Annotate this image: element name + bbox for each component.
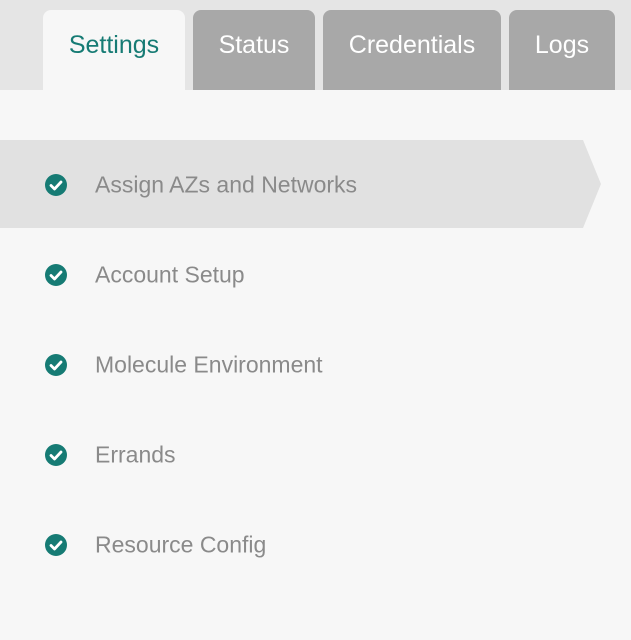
check-circle-icon xyxy=(45,354,67,376)
tab-credentials[interactable]: Credentials xyxy=(323,10,501,90)
settings-nav-list: Assign AZs and Networks Account Setup Mo… xyxy=(0,140,631,590)
tab-bar: Settings Status Credentials Logs xyxy=(0,0,631,90)
settings-panel: Assign AZs and Networks Account Setup Mo… xyxy=(0,90,631,640)
sidebar-item-label: Errands xyxy=(95,441,176,468)
tab-status[interactable]: Status xyxy=(193,10,315,90)
sidebar-item-label: Account Setup xyxy=(95,261,245,288)
sidebar-item-label: Molecule Environment xyxy=(95,351,323,378)
check-circle-icon xyxy=(45,264,67,286)
sidebar-item-errands[interactable]: Errands xyxy=(0,410,631,500)
sidebar-item-label: Resource Config xyxy=(95,531,267,558)
tab-settings[interactable]: Settings xyxy=(43,10,185,90)
check-circle-icon xyxy=(45,174,67,196)
check-circle-icon xyxy=(45,534,67,556)
check-circle-icon xyxy=(45,444,67,466)
tab-logs[interactable]: Logs xyxy=(509,10,615,90)
sidebar-item-resource-config[interactable]: Resource Config xyxy=(0,500,631,590)
sidebar-item-molecule-environment[interactable]: Molecule Environment xyxy=(0,320,631,410)
sidebar-item-account-setup[interactable]: Account Setup xyxy=(0,230,631,320)
sidebar-item-label: Assign AZs and Networks xyxy=(95,171,358,198)
sidebar-item-assign-azs-and-networks[interactable]: Assign AZs and Networks xyxy=(0,140,631,230)
